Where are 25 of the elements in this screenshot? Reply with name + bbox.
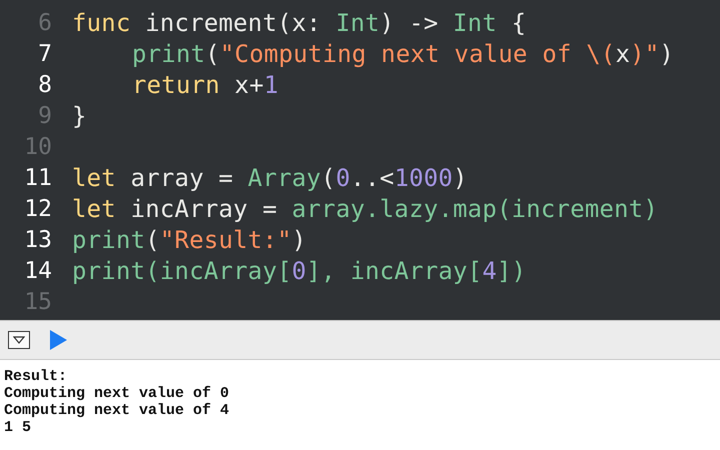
play-icon [50, 330, 67, 350]
console-line: 1 5 [4, 419, 32, 436]
code-line: func increment(x: Int) -> Int { [72, 8, 526, 39]
line-number: 15 [23, 288, 52, 317]
line-number: 14 [23, 257, 52, 286]
line-number: 10 [23, 133, 52, 162]
code-line: return x+1 [132, 70, 279, 101]
code-line: print("Result:") [72, 225, 306, 256]
code-line: print(incArray[0], incArray[4]) [72, 256, 526, 287]
code-line: let incArray = array.lazy.map(increment) [72, 194, 658, 225]
line-number: 9 [37, 102, 52, 131]
line-number: 13 [23, 226, 52, 255]
code-line: print("Computing next value of \(x)") [132, 39, 674, 70]
down-triangle-icon [13, 336, 25, 344]
line-number: 8 [37, 71, 52, 100]
console-line: Computing next value of 0 [4, 385, 230, 402]
code-line: let array = Array(0..<1000) [72, 163, 468, 194]
console-line: Result: [4, 368, 68, 385]
line-number: 7 [37, 40, 52, 69]
hide-console-button[interactable] [8, 331, 30, 349]
console-line: Computing next value of 4 [4, 402, 230, 419]
line-number: 12 [23, 195, 52, 224]
line-number: 11 [23, 164, 52, 193]
line-number: 6 [37, 9, 52, 38]
code-line: } [72, 101, 87, 132]
